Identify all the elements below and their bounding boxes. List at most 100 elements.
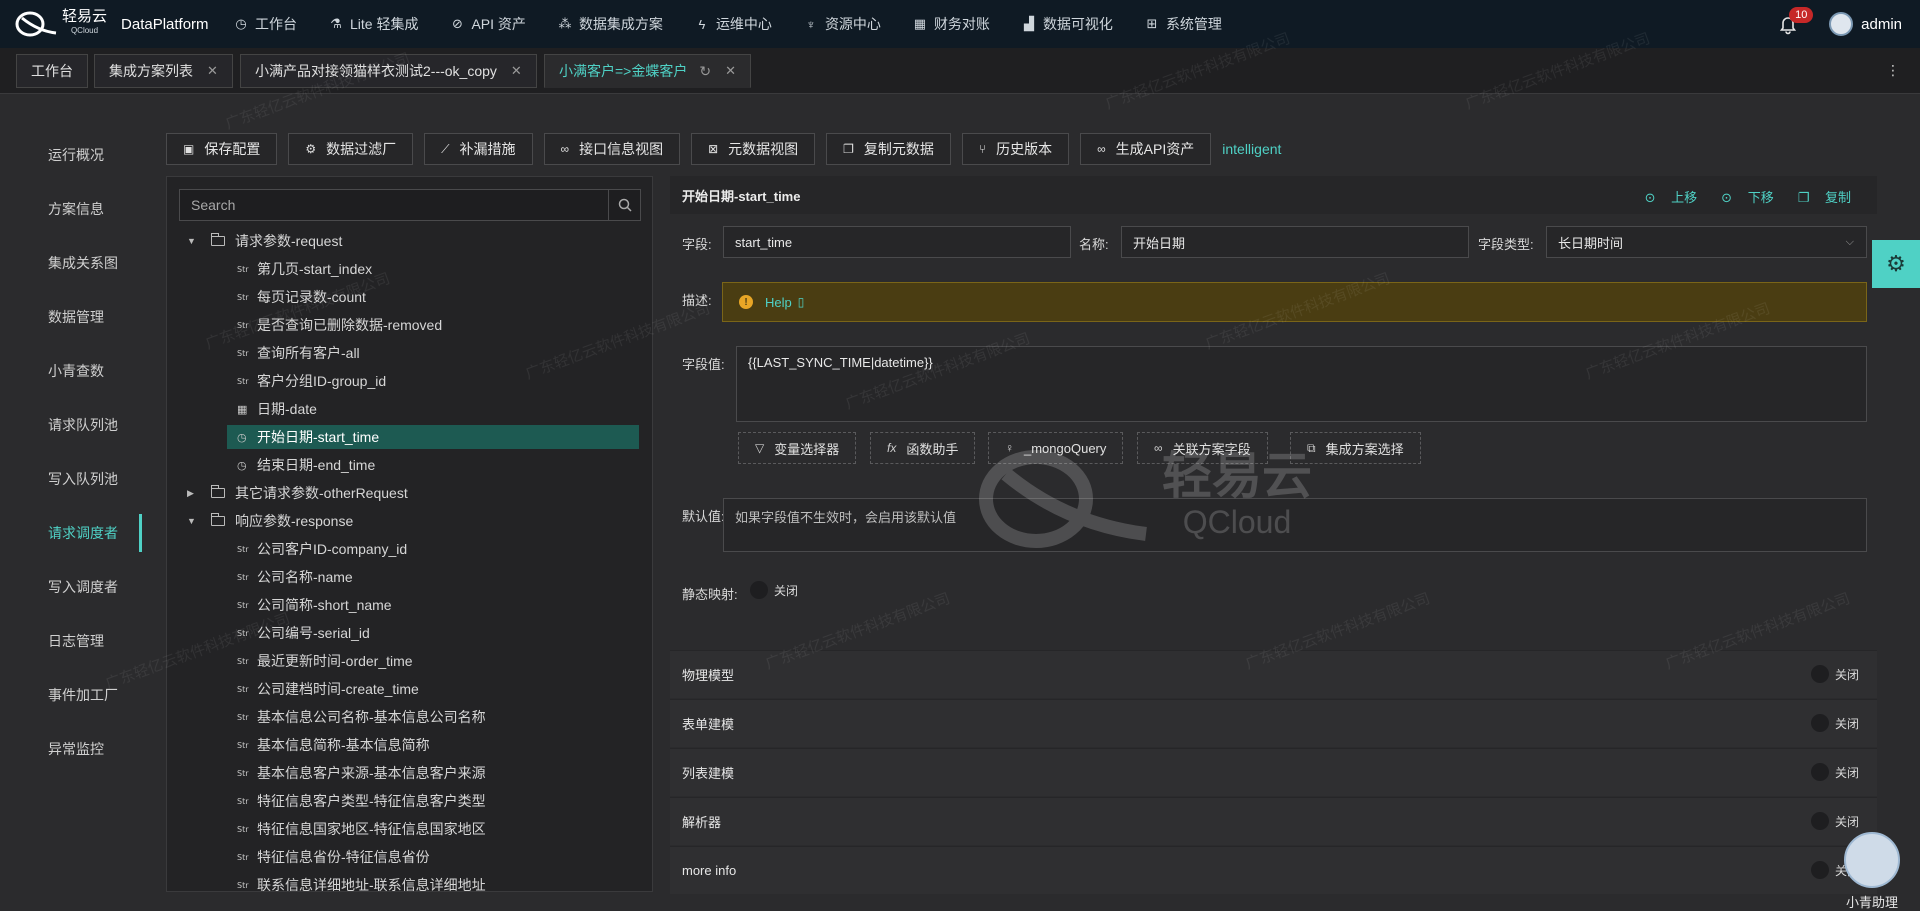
mode-link[interactable]: intelligent bbox=[1222, 141, 1281, 157]
nav-finance[interactable]: ▦ 财务对账 bbox=[913, 14, 990, 34]
copy-metadata-button[interactable]: ❐ 复制元数据 bbox=[826, 133, 951, 165]
nav-system[interactable]: ⊞ 系统管理 bbox=[1145, 14, 1221, 34]
link-solution-field-button[interactable]: ∞ 关联方案字段 bbox=[1137, 432, 1268, 464]
document-icon[interactable]: ▯ bbox=[798, 295, 805, 309]
nav-lite[interactable]: ⚗ Lite 轻集成 bbox=[329, 14, 418, 34]
mongo-query-button[interactable]: ♀ _mongoQuery bbox=[988, 432, 1124, 464]
tree-node[interactable]: Str 特征信息国家地区-特征信息国家地区 bbox=[237, 817, 486, 841]
generate-api-asset-button[interactable]: ∞ 生成API资产 bbox=[1080, 133, 1212, 165]
caret-down-icon[interactable]: ▼ bbox=[187, 516, 197, 526]
sidebar-item-write-scheduler[interactable]: 写入调度者 bbox=[48, 577, 118, 597]
static-mapping-toggle[interactable]: 关闭 bbox=[750, 581, 798, 599]
close-icon[interactable]: ✕ bbox=[511, 63, 522, 79]
sidebar-item-data-management[interactable]: 数据管理 bbox=[48, 307, 104, 327]
tree-node[interactable]: Str 公司简称-short_name bbox=[237, 593, 392, 617]
data-filter-button[interactable]: ⚙ 数据过滤厂 bbox=[288, 133, 414, 165]
metadata-view-button[interactable]: ⊠ 元数据视图 bbox=[691, 133, 816, 165]
nav-ops[interactable]: ϟ 运维中心 bbox=[695, 14, 771, 34]
tree-node[interactable]: Str 基本信息客户来源-基本信息客户来源 bbox=[237, 761, 486, 785]
field-type-select[interactable]: 长日期时间 ⌵ bbox=[1546, 226, 1867, 258]
history-version-button[interactable]: ⑂ 历史版本 bbox=[961, 133, 1070, 165]
accordion-physical-model[interactable]: 物理模型 关闭 bbox=[670, 650, 1877, 698]
nav-workbench[interactable]: ◷ 工作台 bbox=[234, 14, 297, 34]
move-down-button[interactable]: ⊙ 下移 bbox=[1709, 187, 1774, 206]
tree-node[interactable]: Str 公司编号-serial_id bbox=[237, 621, 370, 645]
tab-customer-sync[interactable]: 小满客户=>金蝶客户 ↻ ✕ bbox=[544, 54, 751, 88]
sidebar-item-write-queue[interactable]: 写入队列池 bbox=[48, 469, 118, 489]
tree-node[interactable]: Str 查询所有客户-all bbox=[237, 341, 360, 365]
search-button[interactable] bbox=[608, 190, 640, 220]
accordion-parser[interactable]: 解析器 关闭 bbox=[670, 797, 1877, 845]
accordion-more-info[interactable]: more info关闭 bbox=[670, 846, 1877, 894]
accordion-toggle[interactable]: 关闭 bbox=[1810, 763, 1859, 781]
tree-folder-other-request[interactable]: ▶ 其它请求参数-otherRequest bbox=[187, 481, 408, 505]
move-up-button[interactable]: ⊙ 上移 bbox=[1633, 187, 1698, 206]
tree-node[interactable]: Str 是否查询已删除数据-removed bbox=[237, 313, 442, 337]
tree-node[interactable]: Str 特征信息客户类型-特征信息客户类型 bbox=[237, 789, 486, 813]
tab-product-test[interactable]: 小满产品对接领猫样衣测试2---ok_copy ✕ bbox=[240, 54, 537, 88]
tree-node[interactable]: Str 基本信息简称-基本信息简称 bbox=[237, 733, 430, 757]
caret-right-icon[interactable]: ▶ bbox=[187, 488, 197, 499]
nav-visualization[interactable]: ▟ 数据可视化 bbox=[1022, 14, 1113, 34]
variable-selector-button[interactable]: ▽ 变量选择器 bbox=[738, 432, 857, 464]
avatar[interactable] bbox=[1829, 12, 1854, 36]
help-link[interactable]: Help bbox=[765, 295, 792, 310]
copy-field-button[interactable]: ❐ 复制 bbox=[1786, 187, 1851, 206]
tree-node[interactable]: Str 客户分组ID-group_id bbox=[237, 369, 386, 393]
nav-resources[interactable]: ♆ 资源中心 bbox=[804, 14, 881, 34]
sidebar-item-relation-graph[interactable]: 集成关系图 bbox=[48, 253, 118, 273]
tree-node[interactable]: Str 基本信息公司名称-基本信息公司名称 bbox=[237, 705, 486, 729]
solution-select-button[interactable]: ⧉ 集成方案选择 bbox=[1290, 432, 1421, 464]
assistant-widget[interactable]: 小青助理 bbox=[1834, 832, 1910, 911]
search-input[interactable]: Search bbox=[191, 197, 608, 213]
tab-workbench[interactable]: 工作台 bbox=[16, 54, 88, 88]
remedy-button[interactable]: ⟋ 补漏措施 bbox=[424, 133, 533, 165]
tree-node[interactable]: Str 公司客户ID-company_id bbox=[237, 537, 407, 561]
tree-node[interactable]: Str 联系信息详细地址-联系信息详细地址 bbox=[237, 873, 486, 891]
username[interactable]: admin bbox=[1861, 16, 1902, 33]
sidebar-item-log-management[interactable]: 日志管理 bbox=[48, 631, 104, 651]
function-helper-button[interactable]: fx 函数助手 bbox=[870, 432, 976, 464]
settings-fab[interactable]: ⚙ bbox=[1872, 240, 1920, 288]
tree-node[interactable]: Str 最近更新时间-order_time bbox=[237, 649, 413, 673]
tree-folder-response[interactable]: ▼ 响应参数-response bbox=[187, 509, 353, 533]
tab-solution-list[interactable]: 集成方案列表 ✕ bbox=[94, 54, 233, 88]
sidebar-item-xiaoqing-query[interactable]: 小青查数 bbox=[48, 361, 104, 381]
nav-integration[interactable]: ⁂ 数据集成方案 bbox=[558, 14, 663, 34]
field-name-input[interactable]: 开始日期 bbox=[1121, 226, 1469, 258]
refresh-icon[interactable]: ↻ bbox=[699, 63, 711, 80]
field-value-textarea[interactable]: {{LAST_SYNC_TIME|datetime}} bbox=[736, 346, 1867, 422]
accordion-toggle[interactable]: 关闭 bbox=[1810, 812, 1859, 830]
save-config-button[interactable]: ▣ 保存配置 bbox=[166, 133, 278, 165]
api-info-view-button[interactable]: ∞ 接口信息视图 bbox=[543, 133, 681, 165]
caret-down-icon[interactable]: ▼ bbox=[187, 236, 197, 246]
tree-node[interactable]: ◷ 结束日期-end_time bbox=[237, 453, 375, 477]
tree-node[interactable]: ▦ 日期-date bbox=[237, 397, 317, 421]
tree-node[interactable]: Str 第几页-start_index bbox=[237, 257, 372, 281]
tree-search[interactable]: Search bbox=[179, 189, 641, 221]
close-icon[interactable]: ✕ bbox=[725, 63, 736, 79]
sidebar-item-solution-info[interactable]: 方案信息 bbox=[48, 199, 104, 219]
field-key-input[interactable]: start_time bbox=[723, 226, 1071, 258]
more-icon[interactable]: ⋮ bbox=[1886, 62, 1900, 79]
accordion-form-modeling[interactable]: 表单建模 关闭 bbox=[670, 699, 1877, 747]
nav-api-assets[interactable]: ⊘ API 资产 bbox=[450, 14, 526, 34]
tree-node[interactable]: Str 公司建档时间-create_time bbox=[237, 677, 419, 701]
tree-node[interactable]: Str 特征信息省份-特征信息省份 bbox=[237, 845, 430, 869]
accordion-list-modeling[interactable]: 列表建模 关闭 bbox=[670, 748, 1877, 796]
accordion-toggle[interactable]: 关闭 bbox=[1810, 665, 1859, 683]
tree-node[interactable]: Str 每页记录数-count bbox=[237, 285, 366, 309]
sidebar-item-request-scheduler[interactable]: 请求调度者 bbox=[48, 523, 118, 543]
sidebar-item-overview[interactable]: 运行概况 bbox=[48, 145, 104, 165]
default-value-textarea[interactable]: 如果字段值不生效时，会启用该默认值 bbox=[723, 498, 1867, 552]
tree-node[interactable]: Str 公司名称-name bbox=[237, 565, 353, 589]
brand-logo[interactable]: 轻易云 QCloud DataPlatform bbox=[14, 9, 234, 39]
close-icon[interactable]: ✕ bbox=[207, 63, 218, 79]
tree-node-selected[interactable]: ◷ 开始日期-start_time bbox=[227, 425, 639, 449]
sidebar-item-request-queue[interactable]: 请求队列池 bbox=[48, 415, 118, 435]
sidebar-item-event-factory[interactable]: 事件加工厂 bbox=[48, 685, 118, 705]
sidebar-item-exception-monitor[interactable]: 异常监控 bbox=[48, 739, 104, 759]
accordion-toggle[interactable]: 关闭 bbox=[1810, 714, 1859, 732]
notification-button[interactable]: 10 bbox=[1777, 7, 1814, 35]
tree-folder-request[interactable]: ▼ 请求参数-request bbox=[187, 229, 342, 253]
